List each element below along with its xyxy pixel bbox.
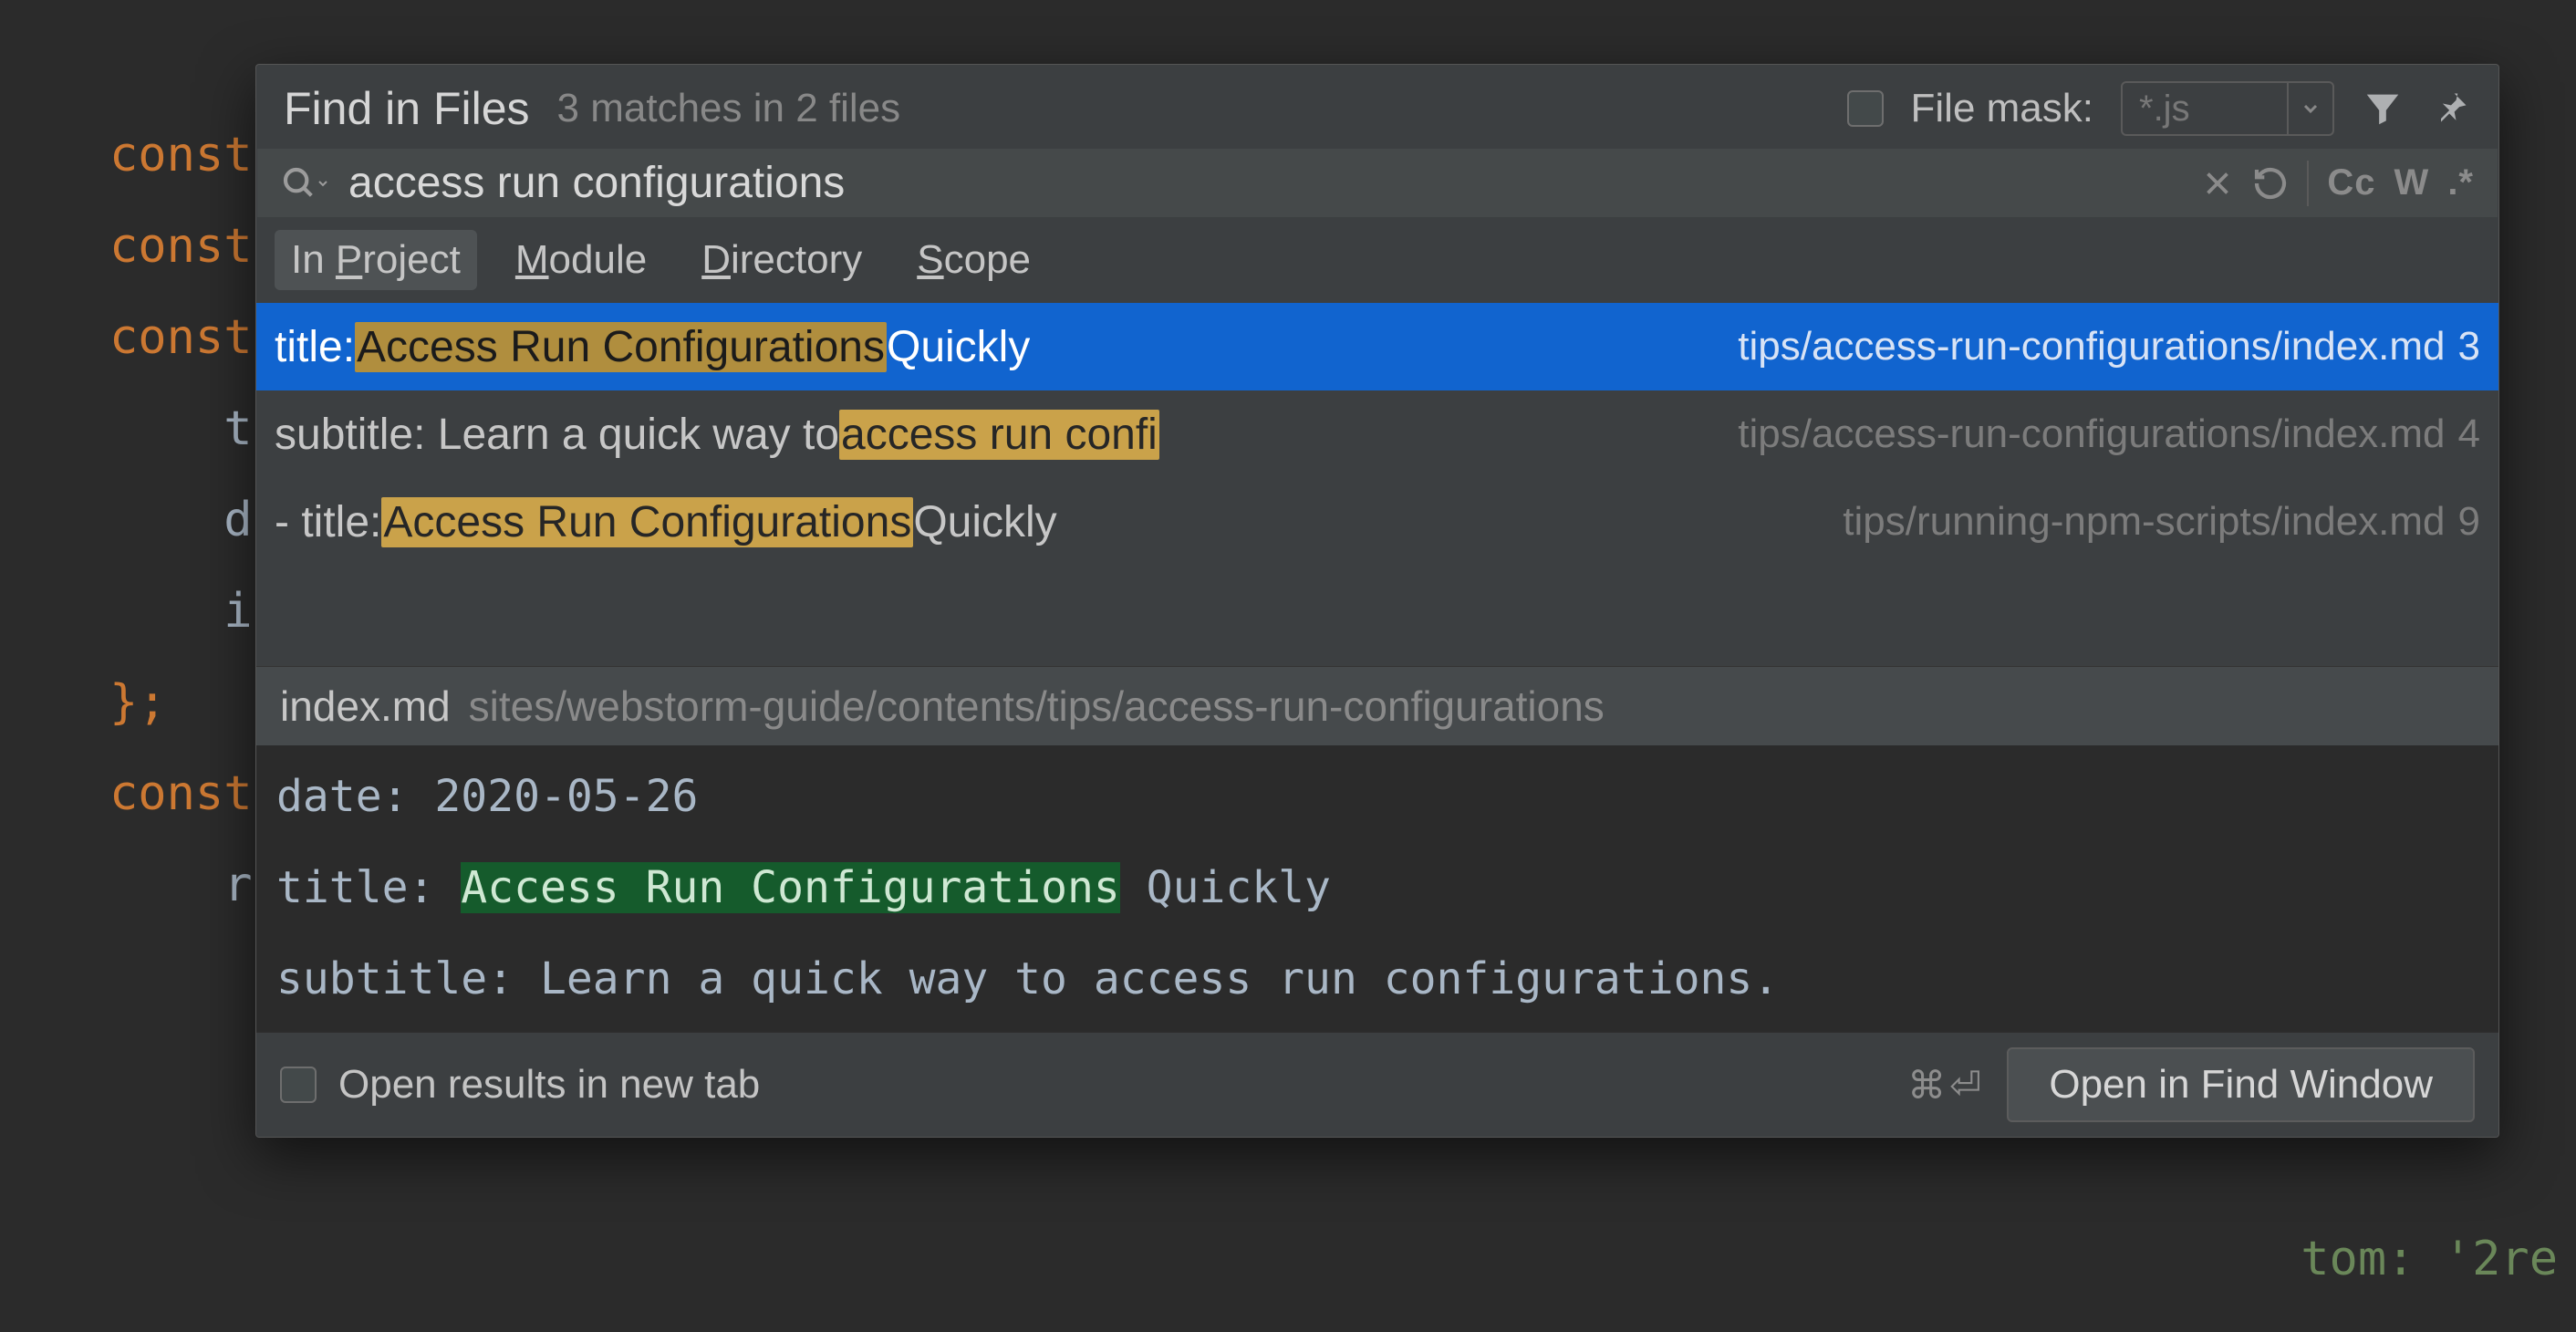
result-row[interactable]: title: Access Run Configurations Quickly… [256,303,2498,390]
match-case-toggle[interactable]: Cc [2327,162,2375,203]
result-row[interactable]: - title: Access Run Configurations Quick… [256,478,2498,566]
pin-icon[interactable] [2431,88,2471,129]
dialog-header: Find in Files 3 matches in 2 files File … [256,65,2498,149]
clear-icon[interactable] [2201,167,2234,200]
scope-tab-scope[interactable]: Scope [900,230,1047,290]
dialog-title: Find in Files [284,82,530,135]
result-line: 3 [2458,324,2480,369]
chevron-down-icon[interactable] [2287,83,2332,134]
result-path: tips/running-npm-scripts/index.md [1843,499,2445,545]
dialog-footer: Open results in new tab ⌘⏎ Open in Find … [256,1032,2498,1137]
result-highlight: Access Run Configurations [355,322,887,372]
results-list: title: Access Run Configurations Quickly… [256,303,2498,666]
result-path: tips/access-run-configurations/index.md [1738,324,2445,369]
preview-filename: index.md [280,682,451,731]
preview-line: subtitle: Learn a quick way to access ru… [276,953,1779,1004]
file-mask-input[interactable] [2123,88,2287,130]
filter-icon[interactable] [2362,88,2404,130]
scope-tab-in-project[interactable]: In Project [275,230,477,290]
result-prefix: title: [275,322,355,372]
open-new-tab-checkbox[interactable] [280,1067,317,1103]
preview-highlight: Access Run Configurations [461,862,1119,913]
search-row: Cc W .* [257,149,2498,217]
code-token: const [109,766,253,821]
code-token: }; [109,675,167,730]
open-new-tab-label: Open results in new tab [338,1062,760,1108]
search-input[interactable] [348,158,2183,208]
result-row[interactable]: subtitle: Learn a quick way to access ru… [256,390,2498,478]
preview-line-prefix: title: [276,862,461,913]
preview-path: sites/webstorm-guide/contents/tips/acces… [469,682,1605,731]
whole-words-toggle[interactable]: W [2394,162,2430,203]
result-path: tips/access-run-configurations/index.md [1738,411,2445,457]
code-token: const [109,219,253,274]
result-highlight: Access Run Configurations [381,497,913,547]
file-mask-label: File mask: [1911,86,2093,131]
search-icon [281,165,330,202]
open-in-find-window-button[interactable]: Open in Find Window [2007,1047,2475,1122]
scope-tab-module[interactable]: Module [499,230,663,290]
result-line: 4 [2458,411,2480,457]
code-token: const [109,128,253,182]
result-line: 9 [2458,499,2480,545]
preview-header: index.md sites/webstorm-guide/contents/t… [256,666,2498,745]
preview-line-suffix: Quickly [1120,862,1331,913]
result-suffix: Quickly [887,322,1030,372]
divider [2307,161,2309,206]
code-token-string: tom: '2re [2301,1213,2558,1305]
shortcut-hint: ⌘⏎ [1907,1063,1985,1108]
result-suffix: Quickly [913,497,1056,547]
result-prefix: - title: [275,497,381,547]
file-mask-checkbox[interactable] [1847,90,1884,127]
preview-line: date: 2020-05-26 [276,771,698,822]
result-highlight: access run confi [839,410,1159,460]
find-in-files-dialog: Find in Files 3 matches in 2 files File … [255,64,2499,1138]
scope-tab-directory[interactable]: Directory [685,230,878,290]
preview-pane[interactable]: date: 2020-05-26 title: Access Run Confi… [256,745,2498,1032]
regex-toggle[interactable]: .* [2447,162,2474,203]
result-prefix: subtitle: Learn a quick way to [275,410,839,460]
scope-tabs: In Project Module Directory Scope [256,217,2498,303]
file-mask-combo[interactable] [2121,81,2334,136]
match-summary: 3 matches in 2 files [557,86,901,131]
code-token: const [109,310,253,365]
history-icon[interactable] [2252,165,2289,202]
